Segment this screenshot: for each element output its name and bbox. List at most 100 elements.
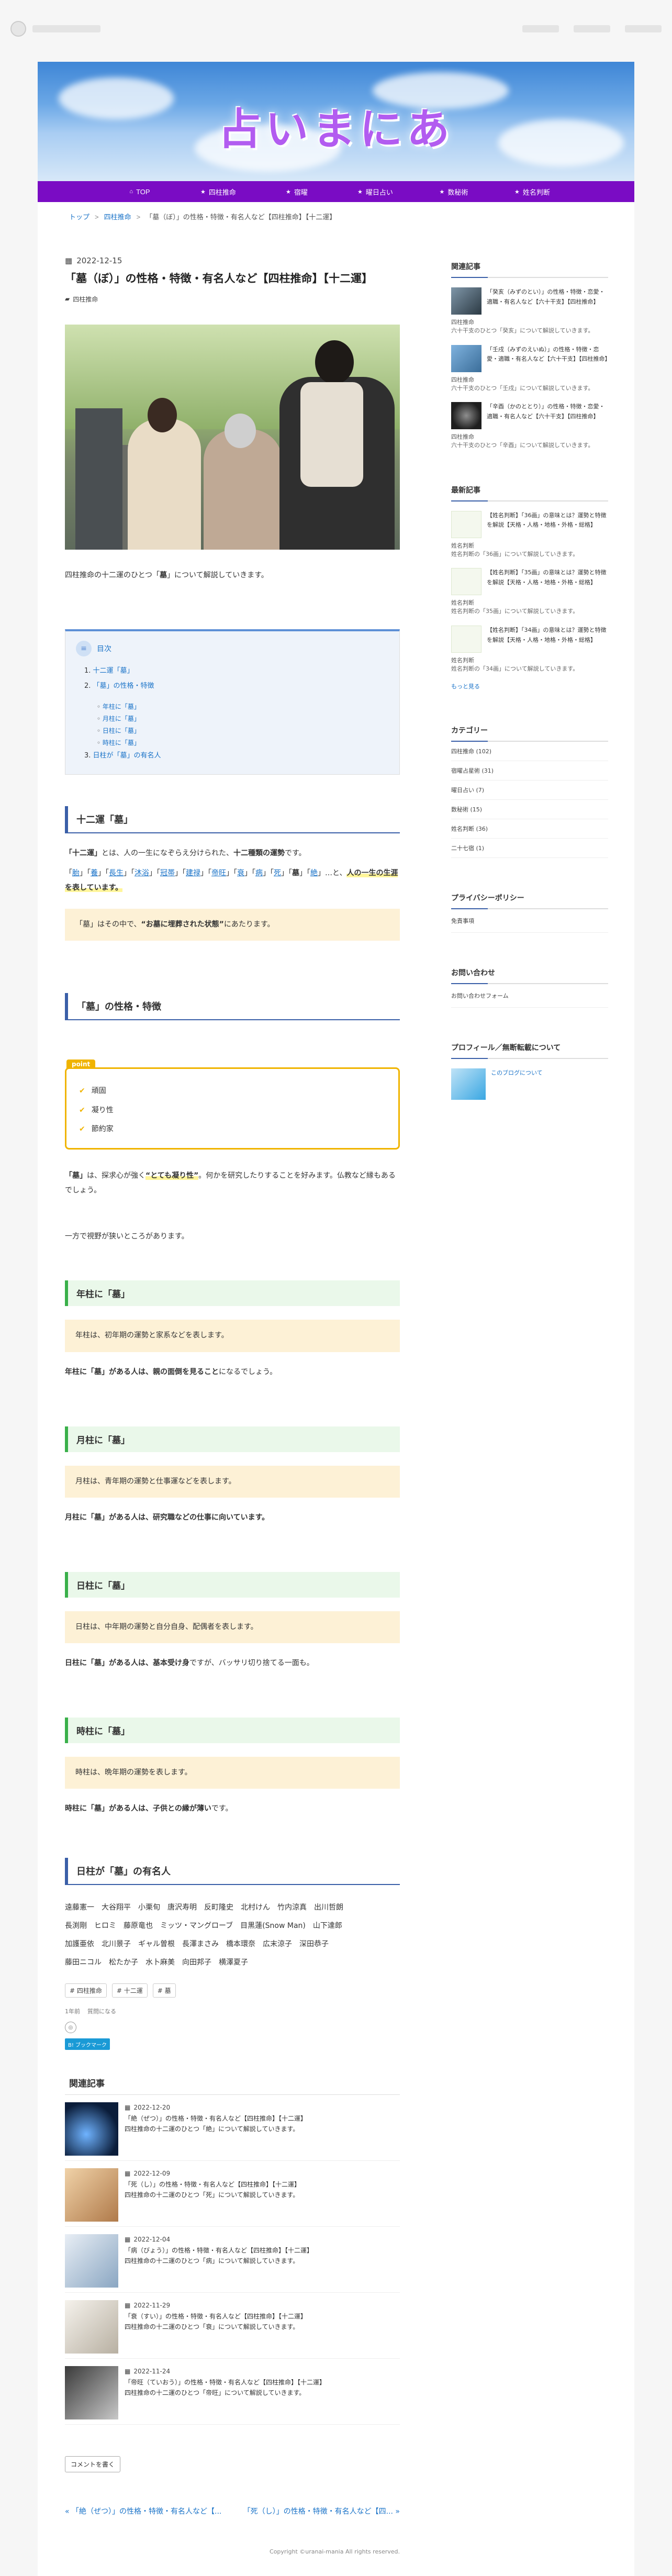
highlight-text: “とても凝り性” xyxy=(145,1172,199,1180)
calendar-icon: ▦ xyxy=(125,2170,131,2178)
toc-link[interactable]: 「墓」の性格・特徴 xyxy=(93,682,154,690)
toc-link[interactable]: 十二運「墓」 xyxy=(93,667,134,675)
profile-item[interactable]: このブログについて xyxy=(451,1059,608,1100)
related-desc: 四柱推命の十二運のひとつ「帝旺」について解説していきます。 xyxy=(125,2389,306,2396)
contact-form-link[interactable]: お問い合わせフォーム xyxy=(451,984,608,1008)
global-nav: ⌂ TOP ★ 四柱推命 ★ 宿曜 ★ 曜日占い ★ 数秘術 ★ 姓名判断 xyxy=(38,181,634,202)
disclaimer-link[interactable]: 免責事項 xyxy=(451,909,608,933)
related-thumbnail xyxy=(65,2234,118,2288)
bold-text: 基本受け身 xyxy=(153,1658,189,1667)
twelve-link[interactable]: 帝旺 xyxy=(211,869,226,877)
related-item[interactable]: ▦ 2022-11-29 「衰（すい）」の性格・特徴・有名人など【四柱推命】【十二運… xyxy=(65,2293,400,2359)
nav-item-top[interactable]: ⌂ TOP xyxy=(100,181,179,202)
meta-link[interactable]: 1年前 xyxy=(65,2007,80,2015)
nav-item-seimei[interactable]: ★ 姓名判断 xyxy=(493,181,572,202)
top-link-placeholder[interactable] xyxy=(574,25,610,32)
tag-chip[interactable]: # 十二運 xyxy=(111,1983,148,1998)
sidebar-post[interactable]: 【姓名判断】「35画」の意味とは？運勢と特徴を解説【天格・人格・地格・外格・総格… xyxy=(451,559,608,596)
pillar-text: 月柱に「墓」がある人は、研究職などの仕事に向いています。 xyxy=(65,1510,400,1525)
breadcrumb-home[interactable]: トップ xyxy=(69,213,89,221)
sidebar-post-desc: 姓名判断の「35画」について解説していきます。 xyxy=(451,608,579,615)
twelve-link[interactable]: 胎 xyxy=(72,869,80,877)
sidebar-post[interactable]: 「壬戌（みずのえいぬ）」の性格・特徴・恋愛・適職・有名人など【六十干支】【四柱推… xyxy=(451,336,611,372)
nav-item-youbi[interactable]: ★ 曜日占い xyxy=(336,181,415,202)
sidebar-post-category[interactable]: 四柱推命 xyxy=(451,318,608,326)
related-item[interactable]: ▦ 2022-12-04 「病（びょう）」の性格・特徴・有名人など【四柱推命】【十二… xyxy=(65,2227,400,2293)
related-date: ▦ 2022-12-09 xyxy=(125,2168,300,2179)
man-shirt xyxy=(300,382,363,487)
sidebar-post-category[interactable]: 四柱推命 xyxy=(451,375,608,384)
category-item[interactable]: 数秘術 (15) xyxy=(451,800,608,819)
widget-categories: カテゴリー 四柱推命 (102) 宿曜占星術 (31) 曜日占い (7) 数秘術… xyxy=(451,720,608,858)
category-item[interactable]: 二十七宿 (1) xyxy=(451,839,608,858)
twelve-current: 墓 xyxy=(292,869,299,878)
sidebar-post-category[interactable]: 四柱推命 xyxy=(451,432,608,441)
nav-label: TOP xyxy=(136,187,150,196)
meta-link[interactable]: 質問になる xyxy=(87,2007,116,2015)
plain-text: です。 xyxy=(211,1804,233,1813)
widget-title: 関連記事 xyxy=(451,256,608,278)
nav-item-suhijutsu[interactable]: ★ 数秘術 xyxy=(415,181,493,202)
widget-title: プライバシーポリシー xyxy=(451,887,608,909)
toc-title[interactable]: 目次 xyxy=(97,643,111,654)
toc-sublink[interactable]: 日柱に「墓」 xyxy=(103,727,140,734)
category-item[interactable]: 姓名判断 (36) xyxy=(451,819,608,839)
related-thumbnail xyxy=(65,2366,118,2420)
twelve-link[interactable]: 病 xyxy=(255,869,263,877)
toc-sublink[interactable]: 時柱に「墓」 xyxy=(103,739,140,746)
twelve-link[interactable]: 養 xyxy=(91,869,98,877)
tag-chip[interactable]: # 墓 xyxy=(152,1983,176,1998)
sidebar-post-category[interactable]: 姓名判断 xyxy=(451,598,608,607)
next-post-link[interactable]: 「死（し）」の性格・特徴・有名人など【四... » xyxy=(243,2506,400,2517)
twelve-link[interactable]: 沐浴 xyxy=(135,869,149,877)
table-of-contents: ≡ 目次 1. 十二運「墓」 2. 「墓」の性格・特徴 ◦ 年柱に「墓」 ◦ 月柱… xyxy=(65,629,400,775)
twelve-link[interactable]: 建禄 xyxy=(186,869,200,877)
related-item[interactable]: ▦ 2022-12-20 「絶（ぜつ）」の性格・特徴・有名人など【四柱推命】【十二運… xyxy=(65,2095,400,2161)
site-title[interactable]: 占いまにあ xyxy=(38,94,634,157)
prev-post-link[interactable]: « 「絶（ぜつ）」の性格・特徴・有名人など【... xyxy=(65,2506,221,2517)
tag-chip[interactable]: # 四柱推命 xyxy=(65,1983,107,1998)
more-link[interactable]: もっと見る xyxy=(451,682,608,690)
twelve-link[interactable]: 衰 xyxy=(237,869,244,877)
twelve-link[interactable]: 長生 xyxy=(109,869,124,877)
toc-sublink[interactable]: 月柱に「墓」 xyxy=(103,715,140,722)
nav-item-shichusuimei[interactable]: ★ 四柱推命 xyxy=(179,181,257,202)
toc-header[interactable]: ≡ 目次 xyxy=(76,641,389,657)
profile-link[interactable]: このブログについて xyxy=(491,1068,543,1100)
top-link-placeholder[interactable] xyxy=(625,25,662,32)
toc-item: 1. 十二運「墓」 xyxy=(84,664,389,679)
toc-link[interactable]: 日柱が「墓」の有名人 xyxy=(93,752,161,760)
share-circle-icon[interactable]: ◎ xyxy=(65,2022,76,2034)
breadcrumb-category[interactable]: 四柱推命 xyxy=(104,213,131,221)
bookmark-button[interactable]: B! ブックマーク xyxy=(65,2038,110,2050)
twelve-link[interactable]: 冠帯 xyxy=(160,869,175,877)
related-date-value: 2022-12-20 xyxy=(133,2104,171,2112)
nav-label: 姓名判断 xyxy=(522,188,550,196)
category-item[interactable]: 宿曜占星術 (31) xyxy=(451,761,608,780)
related-item[interactable]: ▦ 2022-12-09 「死（し）」の性格・特徴・有名人など【四柱推命】【十二運】… xyxy=(65,2161,400,2227)
header-banner[interactable]: 占いまにあ xyxy=(38,62,634,181)
sidebar-post[interactable]: 「癸亥（みずのとい）」の性格・特徴・恋愛・適職・有名人など【六十干支】【四柱推命… xyxy=(451,278,608,315)
category-item[interactable]: 四柱推命 (102) xyxy=(451,742,608,761)
nav-item-sukuyo[interactable]: ★ 宿曜 xyxy=(257,181,336,202)
sidebar-post-category[interactable]: 姓名判断 xyxy=(451,656,608,664)
section-text: 「十二運」とは、人の一生になぞらえ分けられた、十二種類の運勢です。 xyxy=(65,846,400,861)
sidebar-post-category[interactable]: 姓名判断 xyxy=(451,541,608,550)
related-item[interactable]: ▦ 2022-11-24 「帝旺（ていおう）」の性格・特徴・有名人など【四柱推命】【… xyxy=(65,2359,400,2425)
post-category[interactable]: ▰ 四柱推命 xyxy=(65,295,400,304)
category-item[interactable]: 曜日占い (7) xyxy=(451,780,608,800)
mini-logo[interactable] xyxy=(10,21,100,37)
sidebar-post[interactable]: 【姓名判断】「36画」の意味とは？運勢と特徴を解説【天格・人格・地格・外格・総格… xyxy=(451,501,608,538)
related-meta: ▦ 2022-11-29 「衰（すい）」の性格・特徴・有名人など【四柱推命】【十二運… xyxy=(125,2300,307,2351)
twelve-link[interactable]: 死 xyxy=(274,869,281,877)
post-category-label: 四柱推命 xyxy=(73,295,98,303)
comment-button[interactable]: コメントを書く xyxy=(65,2456,121,2473)
site-avatar-icon xyxy=(10,21,26,37)
top-link-placeholder[interactable] xyxy=(522,25,559,32)
sidebar-post[interactable]: 【姓名判断】「34画」の意味とは？運勢と特徴を解説【天格・人格・地格・外格・総格… xyxy=(451,616,608,653)
sidebar-post-title: 【姓名判断】「35画」の意味とは？運勢と特徴を解説【天格・人格・地格・外格・総格… xyxy=(487,569,607,586)
toc-sublink[interactable]: 年柱に「墓」 xyxy=(103,703,140,710)
twelve-link[interactable]: 絶 xyxy=(310,869,318,877)
sidebar-post[interactable]: 「辛酉（かのととり）」の性格・特徴・恋愛・適職・有名人など【六十干支】【四柱推命… xyxy=(451,393,608,430)
sidebar-post-title: 「辛酉（かのととり）」の性格・特徴・恋愛・適職・有名人など【六十干支】【四柱推命… xyxy=(487,403,605,420)
